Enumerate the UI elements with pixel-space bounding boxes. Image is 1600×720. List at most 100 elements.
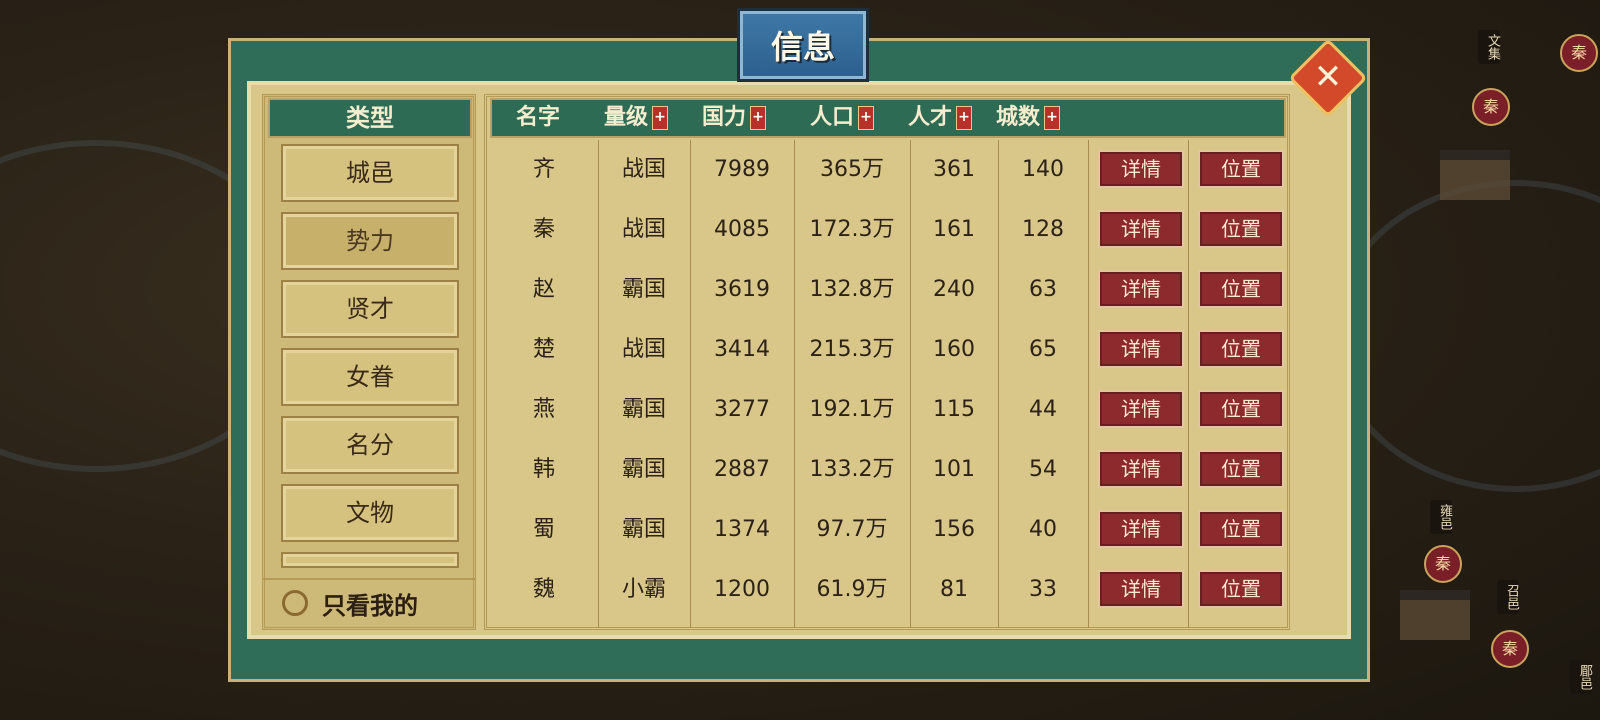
map-faction-seal[interactable]: 秦 xyxy=(1472,88,1510,126)
detail-button[interactable]: 详情 xyxy=(1098,450,1184,488)
cell-level: 霸国 xyxy=(621,277,666,302)
location-button[interactable]: 位置 xyxy=(1198,270,1284,308)
close-icon: ✕ xyxy=(1313,57,1343,97)
cell-talent: 361 xyxy=(933,157,975,182)
table-row: 秦 战国 4085 172.3万 161 128 详情 位置 xyxy=(490,200,1286,260)
table-row: 韩 霸国 2887 133.2万 101 54 详情 位置 xyxy=(490,440,1286,500)
type-button-talents[interactable]: 贤才 xyxy=(281,280,459,338)
detail-button[interactable]: 详情 xyxy=(1098,270,1184,308)
detail-button[interactable]: 详情 xyxy=(1098,510,1184,548)
type-button-titles[interactable]: 名分 xyxy=(281,416,459,474)
cell-level: 小霸 xyxy=(621,577,666,602)
cell-power: 1374 xyxy=(714,517,770,542)
cell-level: 战国 xyxy=(621,337,666,362)
cell-cities: 65 xyxy=(1029,337,1057,362)
location-button[interactable]: 位置 xyxy=(1198,210,1284,248)
window-title-plaque: 信息 xyxy=(737,8,869,82)
column-header-talent: 人才 + xyxy=(908,100,973,136)
cell-cities: 54 xyxy=(1029,457,1057,482)
cell-power: 3277 xyxy=(714,397,770,422)
detail-button[interactable]: 详情 xyxy=(1098,330,1184,368)
cell-power: 7989 xyxy=(714,157,770,182)
cell-level: 霸国 xyxy=(621,457,666,482)
cell-power: 3619 xyxy=(714,277,770,302)
table-row: 齐 战国 7989 365万 361 140 详情 位置 xyxy=(490,140,1286,200)
cell-level: 战国 xyxy=(621,217,666,242)
cell-cities: 33 xyxy=(1029,577,1057,602)
sort-plus-icon[interactable]: + xyxy=(858,106,875,130)
type-button-factions[interactable]: 势力 xyxy=(281,212,459,270)
location-button[interactable]: 位置 xyxy=(1198,330,1284,368)
table-row: 蜀 霸国 1374 97.7万 156 40 详情 位置 xyxy=(490,500,1286,560)
type-button-women[interactable]: 女眷 xyxy=(281,348,459,406)
cell-level: 战国 xyxy=(621,157,666,182)
location-button[interactable]: 位置 xyxy=(1198,510,1284,548)
radio-icon[interactable] xyxy=(282,590,308,616)
cell-name: 秦 xyxy=(532,217,555,242)
detail-button[interactable]: 详情 xyxy=(1098,150,1184,188)
type-header: 类型 xyxy=(268,98,472,138)
cell-name: 燕 xyxy=(532,397,555,422)
column-header-cities: 城数 + xyxy=(996,100,1061,136)
cell-talent: 160 xyxy=(933,337,975,362)
location-button[interactable]: 位置 xyxy=(1198,390,1284,428)
map-city-tag[interactable]: 召邑 xyxy=(1497,580,1519,614)
table-row: 楚 战国 3414 215.3万 160 65 详情 位置 xyxy=(490,320,1286,380)
cell-cities: 44 xyxy=(1029,397,1057,422)
type-button-artifacts[interactable]: 文物 xyxy=(281,484,459,542)
table-row: 赵 霸国 3619 132.8万 240 63 详情 位置 xyxy=(490,260,1286,320)
cell-population: 215.3万 xyxy=(809,337,895,362)
cell-talent: 161 xyxy=(933,217,975,242)
detail-button[interactable]: 详情 xyxy=(1098,570,1184,608)
column-header-level: 量级 + xyxy=(604,100,669,136)
table-row: 燕 霸国 3277 192.1万 115 44 详情 位置 xyxy=(490,380,1286,440)
map-faction-seal[interactable]: 秦 xyxy=(1424,545,1462,583)
sort-plus-icon[interactable]: + xyxy=(750,106,767,130)
cell-level: 霸国 xyxy=(621,517,666,542)
table-header: 名字 量级 + 国力 + 人口 + 人才 + 城数 + xyxy=(490,98,1286,138)
location-button[interactable]: 位置 xyxy=(1198,570,1284,608)
type-button-cities[interactable]: 城邑 xyxy=(281,144,459,202)
cell-talent: 81 xyxy=(940,577,968,602)
map-city-tag[interactable]: 郿邑 xyxy=(1570,660,1592,694)
cell-power: 2887 xyxy=(714,457,770,482)
map-faction-seal[interactable]: 秦 xyxy=(1560,34,1598,72)
map-river xyxy=(1330,180,1600,492)
sort-plus-icon[interactable]: + xyxy=(652,106,669,130)
map-faction-seal[interactable]: 秦 xyxy=(1491,630,1529,668)
only-mine-label: 只看我的 xyxy=(322,591,418,620)
location-button[interactable]: 位置 xyxy=(1198,150,1284,188)
column-header-power: 国力 + xyxy=(702,100,767,136)
map-city-tag[interactable]: 雍邑 xyxy=(1430,500,1452,534)
cell-cities: 128 xyxy=(1022,217,1064,242)
cell-name: 韩 xyxy=(532,457,555,482)
cell-name: 赵 xyxy=(532,277,555,302)
cell-population: 132.8万 xyxy=(809,277,895,302)
cell-name: 齐 xyxy=(532,157,555,182)
map-building xyxy=(1440,150,1510,200)
table-row: 魏 小霸 1200 61.9万 81 33 详情 位置 xyxy=(490,560,1286,620)
cell-population: 192.1万 xyxy=(809,397,895,422)
detail-button[interactable]: 详情 xyxy=(1098,390,1184,428)
column-header-population: 人口 + xyxy=(810,100,875,136)
type-button-more[interactable] xyxy=(281,552,459,568)
location-button[interactable]: 位置 xyxy=(1198,450,1284,488)
column-header-name: 名字 xyxy=(516,105,561,130)
cell-talent: 115 xyxy=(933,397,975,422)
cell-name: 楚 xyxy=(532,337,555,362)
detail-button[interactable]: 详情 xyxy=(1098,210,1184,248)
cell-talent: 240 xyxy=(933,277,975,302)
cell-power: 4085 xyxy=(714,217,770,242)
cell-cities: 140 xyxy=(1022,157,1064,182)
only-mine-toggle[interactable]: 只看我的 xyxy=(262,578,476,626)
cell-population: 133.2万 xyxy=(809,457,895,482)
cell-population: 365万 xyxy=(820,157,884,182)
sort-plus-icon[interactable]: + xyxy=(1044,106,1061,130)
cell-power: 3414 xyxy=(714,337,770,362)
map-building xyxy=(1400,590,1470,640)
map-city-tag[interactable]: 文集 xyxy=(1478,30,1500,64)
cell-population: 97.7万 xyxy=(816,517,888,542)
sort-plus-icon[interactable]: + xyxy=(956,106,973,130)
cell-population: 172.3万 xyxy=(809,217,895,242)
cell-level: 霸国 xyxy=(621,397,666,422)
